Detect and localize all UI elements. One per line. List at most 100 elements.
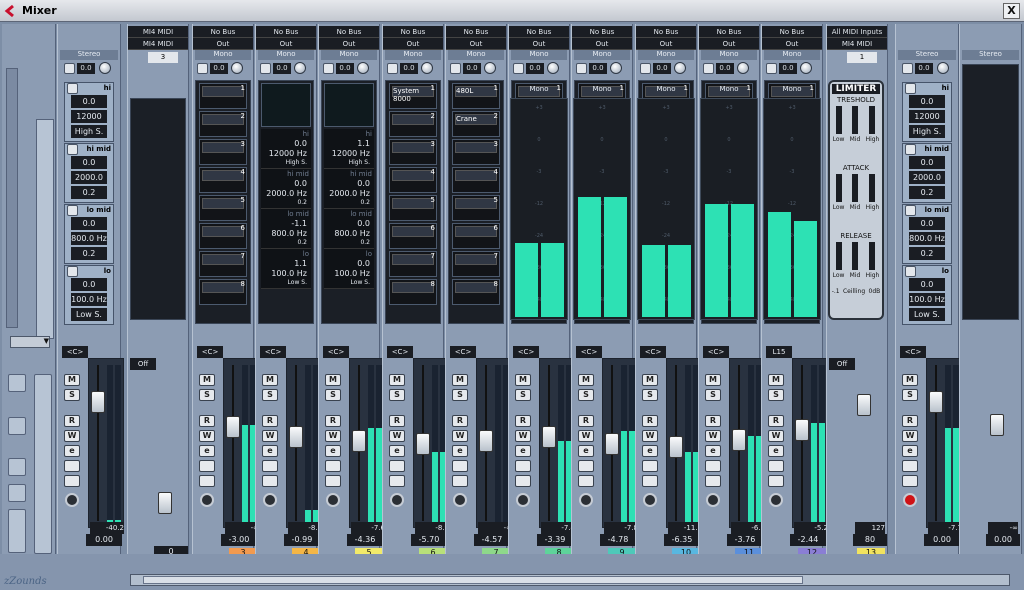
mute-button[interactable]: M [64,374,80,386]
volume-db-display[interactable]: -3.76 [727,534,763,546]
edit-button[interactable]: e [64,445,80,457]
output-select[interactable]: MI4 MIDI [128,38,188,50]
phase-icon[interactable] [450,62,461,74]
fader-handle[interactable] [289,426,303,448]
insert-slot[interactable]: 4 [452,167,500,193]
eq-frequency[interactable]: 2000.0 Hz [71,171,107,195]
mute-button[interactable]: M [705,374,721,386]
insert-slot-bar[interactable] [455,254,497,265]
eq-q[interactable]: Low S. [71,308,107,321]
edit-button[interactable]: e [199,445,215,457]
eq-q[interactable]: High S. [349,159,370,166]
record-enable-button[interactable] [706,493,720,507]
solo-button[interactable]: S [325,389,341,401]
input-gain[interactable]: 0.0 [716,62,734,74]
edit-button[interactable]: e [515,445,531,457]
edit-button[interactable]: e [902,445,918,457]
insert-slot-bar[interactable] [202,170,244,181]
monitor-button[interactable] [578,460,594,472]
solo-button[interactable]: S [452,389,468,401]
eq-gain[interactable]: 0.0 [909,95,945,108]
monitor-button[interactable] [902,460,918,472]
insert-slot-bar[interactable] [392,226,434,237]
output-bus-select[interactable]: Out [193,38,253,50]
mute-button[interactable]: M [262,374,278,386]
phase-icon[interactable] [766,62,777,74]
solo-button[interactable]: S [578,389,594,401]
input-select[interactable]: All MIDI Inputs [827,26,887,38]
insert-slot[interactable]: 8 [199,279,247,305]
insert-slot-bar[interactable] [392,282,434,293]
insert-slot-bar[interactable] [202,282,244,293]
input-bus-select[interactable]: No Bus [446,26,506,38]
fader-handle[interactable] [795,419,809,441]
input-bus-select[interactable]: No Bus [193,26,253,38]
gain-knob[interactable] [674,62,686,74]
edit-button[interactable]: e [768,445,784,457]
input-gain[interactable]: 0.0 [336,62,354,74]
insert-slot[interactable]: 7 [452,251,500,277]
bypass-inserts-button[interactable] [642,475,658,487]
volume-db-display[interactable]: 0.00 [86,534,122,546]
phase-icon[interactable] [576,62,587,74]
read-button[interactable]: R [578,415,594,427]
eq-gain[interactable]: 0.0 [909,156,945,169]
insert-slot-bar[interactable] [392,254,434,265]
input-gain[interactable]: 0.0 [463,62,481,74]
pan-display[interactable]: <C> [197,346,223,358]
fader-handle[interactable] [416,433,430,455]
solo-button[interactable]: S [389,389,405,401]
gain-knob[interactable] [937,62,949,74]
eq-frequency[interactable]: 2000.0 Hz [909,171,945,195]
limiter-slider[interactable] [869,242,876,270]
monitor-button[interactable] [768,460,784,472]
eq-q[interactable]: 0.2 [71,186,107,199]
eq-frequency[interactable]: 100.0 Hz [271,269,307,278]
bypass-inserts-button[interactable] [705,475,721,487]
eq-frequency[interactable]: 100.0 Hz [334,269,370,278]
eq-q[interactable]: High S. [71,125,107,138]
record-enable-button[interactable] [579,493,593,507]
bypass-inserts-button[interactable] [325,475,341,487]
volume-db-display[interactable]: -4.36 [347,534,383,546]
volume-fader[interactable] [349,358,385,528]
solo-button[interactable]: S [768,389,784,401]
limiter-slider[interactable] [835,106,842,134]
input-gain[interactable]: 0.0 [210,62,228,74]
edit-button[interactable]: e [642,445,658,457]
insert-slot[interactable]: 5 [452,195,500,221]
pan-display[interactable]: Off [829,358,855,370]
fader-handle[interactable] [857,394,871,416]
insert-slot[interactable]: 3 [452,139,500,165]
volume-fader[interactable] [223,358,259,528]
input-bus-select[interactable]: No Bus [256,26,316,38]
output-bus-select[interactable]: Out [636,38,696,50]
eq-frequency[interactable]: 100.0 Hz [71,293,107,306]
edit-button[interactable]: e [452,445,468,457]
input-bus-select[interactable]: No Bus [509,26,569,38]
eq-gain[interactable]: 1.1 [357,139,370,148]
output-bus-select[interactable]: Out [256,38,316,50]
output-bus-select[interactable]: Out [572,38,632,50]
read-button[interactable]: R [902,415,918,427]
phase-icon[interactable] [387,62,398,74]
eq-gain[interactable]: 0.0 [71,217,107,230]
output-bus-select[interactable]: Out [446,38,506,50]
input-bus-select[interactable]: No Bus [383,26,443,38]
monitor-button[interactable] [705,460,721,472]
fader-handle[interactable] [669,436,683,458]
phase-icon[interactable] [64,62,75,74]
fader-handle[interactable] [91,391,105,413]
eq-frequency[interactable]: 12000 Hz [71,110,107,134]
bypass-inserts-button[interactable] [199,475,215,487]
volume-fader[interactable] [666,358,702,528]
midi-channel[interactable]: 3 [148,52,178,63]
read-icon[interactable] [8,417,26,435]
insert-slot[interactable]: 8 [452,279,500,305]
gain-knob[interactable] [294,62,306,74]
limiter-slider[interactable] [852,106,858,134]
phase-icon[interactable] [513,62,524,74]
input-gain[interactable]: 0.0 [273,62,291,74]
limiter-slider[interactable] [869,174,876,202]
eq-gain[interactable]: 0.0 [294,139,307,148]
